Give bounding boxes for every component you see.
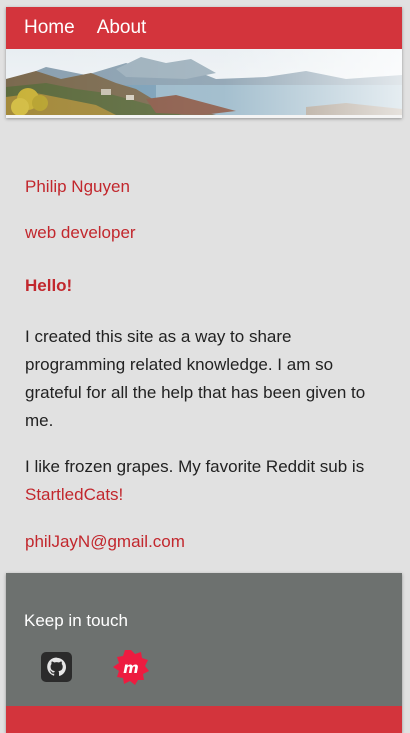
email-link[interactable]: philJayN@gmail.com <box>25 532 185 552</box>
navbar: Home About <box>6 7 402 49</box>
intro-paragraph: I created this site as a way to share pr… <box>25 327 366 430</box>
svg-text:m: m <box>123 659 139 677</box>
github-icon[interactable] <box>41 651 73 688</box>
footer-title: Keep in touch <box>24 611 128 630</box>
greeting-heading: Hello! <box>25 276 73 295</box>
startledcats-link[interactable]: StartledCats! <box>25 485 123 504</box>
meetup-icon[interactable]: m <box>111 650 151 691</box>
nav-link-home[interactable]: Home <box>24 7 75 49</box>
header-card: Home About <box>6 7 402 118</box>
nav-link-about[interactable]: About <box>97 7 147 49</box>
fun-fact-paragraph: I like frozen grapes. My favorite Reddit… <box>25 453 385 509</box>
author-name: Philip Nguyen <box>25 177 130 196</box>
author-role: web developer <box>25 223 136 242</box>
footer: Keep in touch m <box>6 573 402 733</box>
banner-image <box>6 49 402 115</box>
fun-fact-text: I like frozen grapes. My favorite Reddit… <box>25 457 365 476</box>
landscape-illustration <box>6 49 402 115</box>
